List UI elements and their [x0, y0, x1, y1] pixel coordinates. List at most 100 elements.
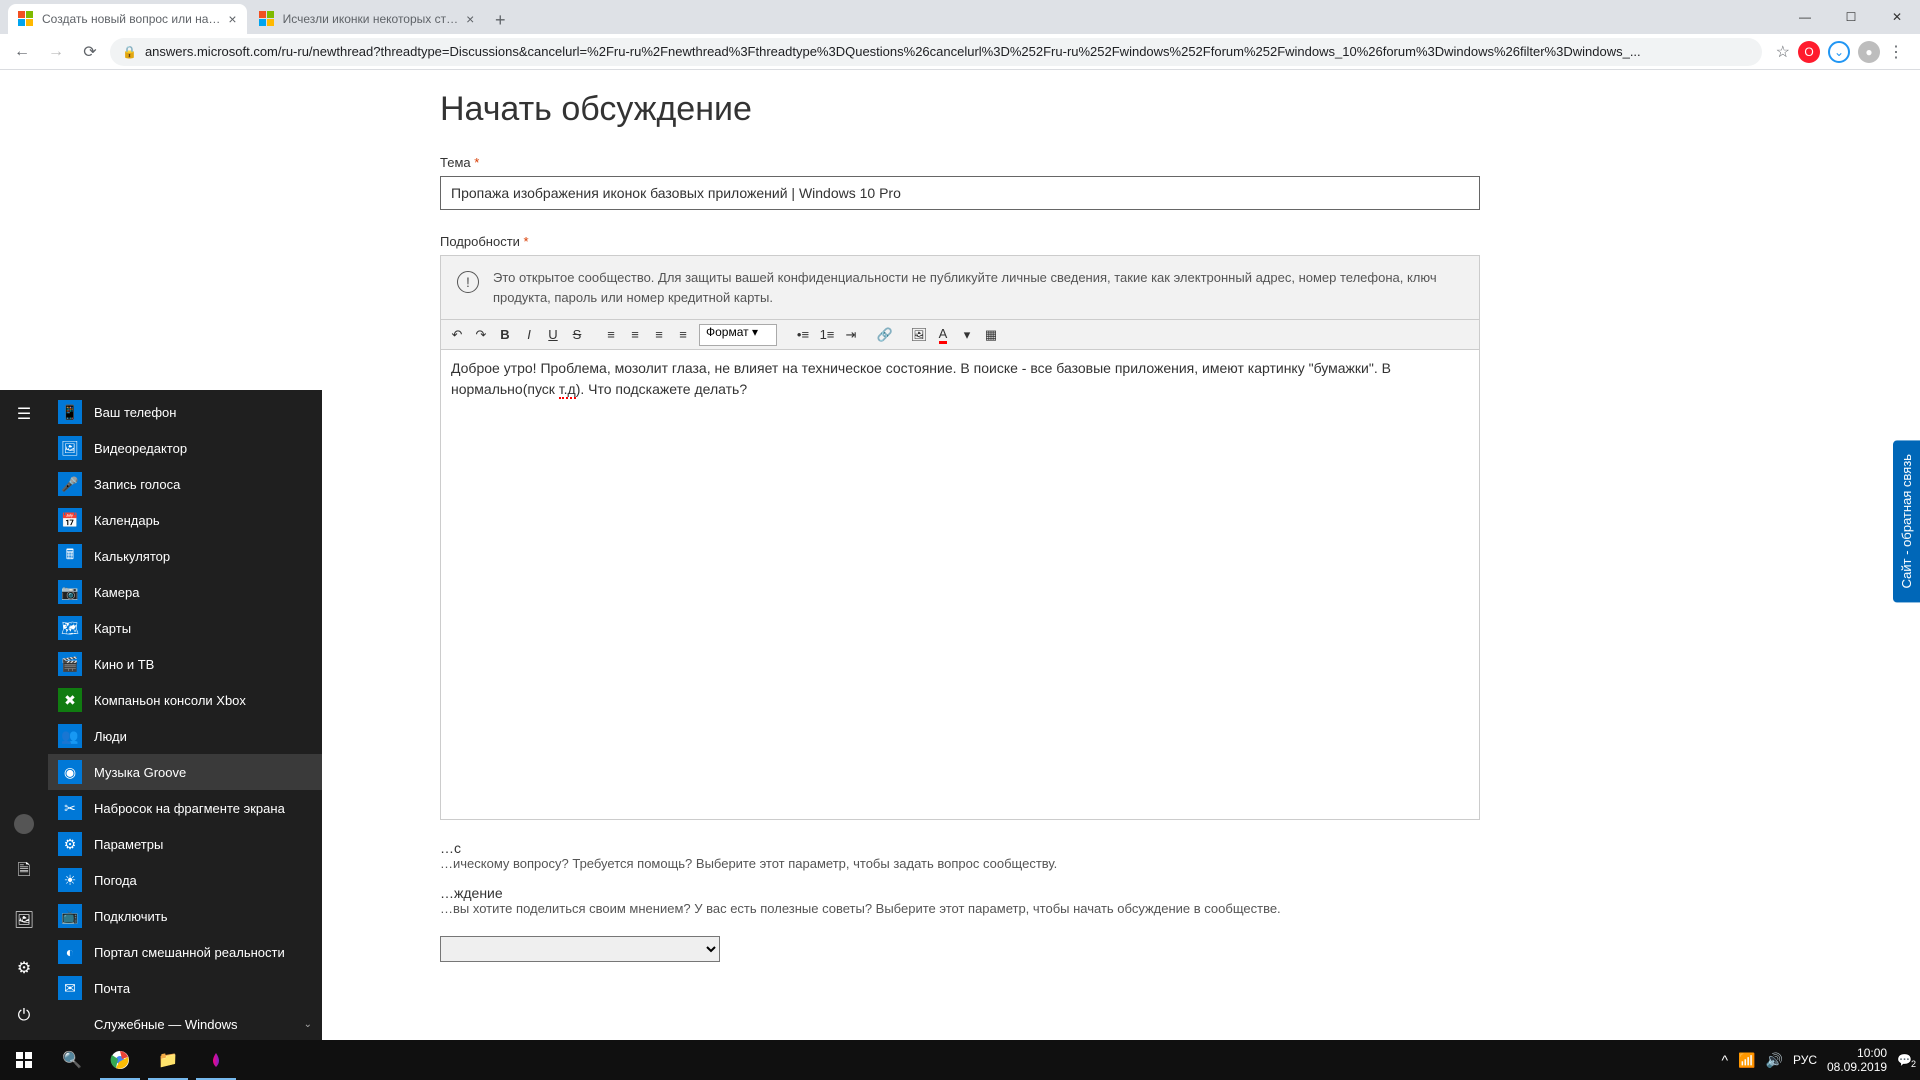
privacy-text: Это открытое сообщество. Для защиты ваше… [493, 268, 1463, 307]
app-label: Портал смешанной реальности [94, 945, 285, 960]
start-app-item[interactable]: ✉Почта [48, 970, 322, 1006]
browser-tab-active[interactable]: Создать новый вопрос или на… × [8, 4, 247, 34]
start-app-item[interactable]: 🎤 Запись голоса [48, 466, 322, 502]
start-settings-button[interactable]: ⚙ [0, 944, 48, 992]
start-app-item[interactable]: 📺Подключить [48, 898, 322, 934]
option-discussion-title: …ждение [440, 885, 1480, 901]
editor-body[interactable]: Доброе утро! Проблема, мозолит глаза, не… [440, 350, 1480, 820]
format-select[interactable]: Формат ▾ [699, 324, 777, 346]
back-button[interactable]: ← [8, 38, 36, 66]
browser-tab[interactable]: Исчезли иконки некоторых ст… × [249, 4, 485, 34]
align-right-button[interactable]: ≡ [647, 323, 671, 347]
search-button[interactable]: 🔍 [48, 1040, 96, 1080]
app-label: Люди [94, 729, 127, 744]
app-icon: 👥 [58, 724, 82, 748]
app-icon: 📱 [58, 400, 82, 424]
menu-icon[interactable]: ⋮ [1888, 42, 1904, 62]
tray-network-icon[interactable]: 📶 [1738, 1052, 1755, 1069]
redo-button[interactable]: ↷ [469, 323, 493, 347]
bullet-list-button[interactable]: •≡ [791, 323, 815, 347]
feedback-tab[interactable]: Сайт - обратная связь [1893, 440, 1920, 602]
start-documents-button[interactable]: 🗎 [0, 848, 48, 896]
link-button[interactable]: 🔗 [873, 323, 897, 347]
start-app-item[interactable]: 🖩 Калькулятор [48, 538, 322, 574]
start-power-button[interactable]: ⏻ [0, 992, 48, 1040]
image-button[interactable]: 🖼 [907, 323, 931, 347]
start-user-button[interactable] [0, 800, 48, 848]
start-app-item[interactable]: ◉ Музыка Groove [48, 754, 322, 790]
app-label: Ваш телефон [94, 405, 176, 420]
app-label: Музыка Groove [94, 765, 186, 780]
topic-input[interactable] [440, 176, 1480, 210]
tray-language[interactable]: РУС [1793, 1053, 1817, 1067]
start-app-item[interactable]: ⚙ Параметры [48, 826, 322, 862]
start-expand-button[interactable]: ☰ [0, 390, 48, 438]
tray-clock[interactable]: 10:00 08.09.2019 [1827, 1046, 1887, 1075]
app-label: Калькулятор [94, 549, 170, 564]
undo-button[interactable]: ↶ [445, 323, 469, 347]
justify-button[interactable]: ≡ [671, 323, 695, 347]
start-app-item[interactable]: ✖Компаньон консоли Xbox [48, 682, 322, 718]
number-list-button[interactable]: 1≡ [815, 323, 839, 347]
app-icon: ⚙ [58, 832, 82, 856]
underline-button[interactable]: U [541, 323, 565, 347]
start-app-item[interactable]: 🗺Карты [48, 610, 322, 646]
start-button[interactable] [0, 1040, 48, 1080]
strike-button[interactable]: S [565, 323, 589, 347]
editor-toolbar: ↶ ↷ B I U S ≡ ≡ ≡ ≡ Формат ▾ •≡ 1≡ ⇥ 🔗 🖼 [440, 320, 1480, 350]
app-label: Параметры [94, 837, 163, 852]
text-color-button[interactable]: A [931, 323, 955, 347]
start-app-item[interactable]: Служебные — Windows⌄ [48, 1006, 322, 1040]
browser-tabbar: Создать новый вопрос или на… × Исчезли и… [0, 0, 1920, 34]
taskbar-app[interactable] [192, 1040, 240, 1080]
app-icon: 🖩 [58, 544, 82, 568]
new-tab-button[interactable]: + [486, 6, 514, 34]
app-label: Запись голоса [94, 477, 180, 492]
minimize-button[interactable]: — [1782, 0, 1828, 34]
app-icon: ◉ [58, 760, 82, 784]
maximize-button[interactable]: ☐ [1828, 0, 1874, 34]
app-icon [58, 1012, 82, 1036]
start-app-item[interactable]: 🎬Кино и ТВ [48, 646, 322, 682]
close-window-button[interactable]: ✕ [1874, 0, 1920, 34]
app-label: Календарь [94, 513, 160, 528]
spelling-error: т.д [559, 381, 576, 399]
start-app-item[interactable]: 📱 Ваш телефон [48, 394, 322, 430]
tray-volume-icon[interactable]: 🔊 [1766, 1052, 1783, 1069]
italic-button[interactable]: I [517, 323, 541, 347]
taskbar-chrome[interactable] [96, 1040, 144, 1080]
start-app-item[interactable]: 👥 Люди [48, 718, 322, 754]
app-icon: 🎤 [58, 472, 82, 496]
start-app-item[interactable]: 📷Камера [48, 574, 322, 610]
start-pictures-button[interactable]: 🖼 [0, 896, 48, 944]
color-dropdown[interactable]: ▾ [955, 323, 979, 347]
start-app-list[interactable]: 📱 Ваш телефон 🖼Видеоредактор 🎤 Запись голоса… [48, 390, 322, 1040]
app-label: Карты [94, 621, 131, 636]
start-app-item[interactable]: ✂Набросок на фрагменте экрана [48, 790, 322, 826]
ms-favicon [259, 11, 275, 27]
star-icon[interactable]: ☆ [1776, 42, 1790, 62]
start-app-item[interactable]: 📅Календарь [48, 502, 322, 538]
tray-notifications[interactable]: 💬2 [1897, 1053, 1912, 1067]
app-label: Кино и ТВ [94, 657, 154, 672]
taskbar-explorer[interactable]: 📁 [144, 1040, 192, 1080]
close-icon[interactable]: × [466, 11, 474, 27]
tray-chevron-icon[interactable]: ^ [1722, 1052, 1729, 1068]
align-center-button[interactable]: ≡ [623, 323, 647, 347]
start-app-item[interactable]: ◐Портал смешанной реальности [48, 934, 322, 970]
address-bar[interactable]: 🔒 answers.microsoft.com/ru-ru/newthread?… [110, 38, 1762, 66]
bold-button[interactable]: B [493, 323, 517, 347]
start-app-item[interactable]: 🖼Видеоредактор [48, 430, 322, 466]
align-left-button[interactable]: ≡ [599, 323, 623, 347]
profile-avatar[interactable]: ● [1858, 41, 1880, 63]
reload-button[interactable]: ⟳ [76, 38, 104, 66]
close-icon[interactable]: × [228, 11, 236, 27]
indent-button[interactable]: ⇥ [839, 323, 863, 347]
start-app-item[interactable]: ☀Погода [48, 862, 322, 898]
table-button[interactable]: ▦ [979, 323, 1003, 347]
extension-opera[interactable]: O [1798, 41, 1820, 63]
category-select[interactable] [440, 936, 720, 962]
option-discussion-desc: …вы хотите поделиться своим мнением? У в… [440, 901, 1480, 916]
extension-icon[interactable]: ⌄ [1828, 41, 1850, 63]
forward-button[interactable]: → [42, 38, 70, 66]
